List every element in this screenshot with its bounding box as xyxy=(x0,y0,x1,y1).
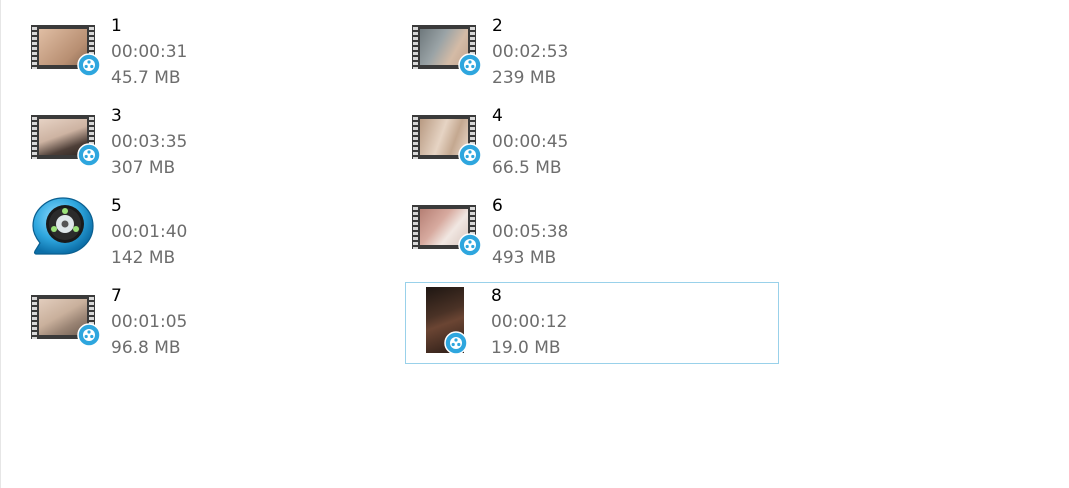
file-name: 6 xyxy=(492,196,503,216)
file-item[interactable]: 5 00:01:40 142 MB xyxy=(24,192,398,274)
video-thumbnail xyxy=(31,13,101,79)
video-player-badge-icon xyxy=(77,53,101,77)
file-item[interactable]: 6 00:05:38 493 MB xyxy=(405,192,779,274)
file-name: 4 xyxy=(492,106,503,126)
file-size: 142 MB xyxy=(111,248,176,268)
video-thumbnail xyxy=(412,13,482,79)
file-duration: 00:00:45 xyxy=(492,132,569,152)
video-thumbnail xyxy=(31,103,101,169)
file-size: 96.8 MB xyxy=(111,338,181,358)
file-name: 5 xyxy=(111,196,122,216)
file-name: 8 xyxy=(491,286,502,306)
file-size: 307 MB xyxy=(111,158,176,178)
file-name: 3 xyxy=(111,106,122,126)
file-list: 1 00:00:31 45.7 MB 2 00:02:53 239 MB 3 0… xyxy=(0,0,1069,488)
file-name: 2 xyxy=(492,16,503,36)
video-thumbnail xyxy=(412,193,482,259)
file-name: 7 xyxy=(111,286,122,306)
video-thumbnail-portrait xyxy=(426,287,468,355)
file-duration: 00:02:53 xyxy=(492,42,569,62)
video-player-badge-icon xyxy=(458,143,482,167)
file-duration: 00:00:12 xyxy=(491,312,568,332)
file-duration: 00:01:40 xyxy=(111,222,188,242)
video-thumbnail xyxy=(412,103,482,169)
file-size: 239 MB xyxy=(492,68,557,88)
video-player-badge-icon xyxy=(458,53,482,77)
file-size: 66.5 MB xyxy=(492,158,562,178)
file-item[interactable]: 7 00:01:05 96.8 MB xyxy=(24,282,398,364)
file-size: 19.0 MB xyxy=(491,338,561,358)
file-size: 45.7 MB xyxy=(111,68,181,88)
file-item[interactable]: 3 00:03:35 307 MB xyxy=(24,102,398,184)
file-item[interactable]: 4 00:00:45 66.5 MB xyxy=(405,102,779,184)
video-player-badge-icon xyxy=(444,331,468,355)
video-thumbnail xyxy=(31,283,101,349)
file-duration: 00:00:31 xyxy=(111,42,188,62)
file-name: 1 xyxy=(111,16,122,36)
file-item[interactable]: 1 00:00:31 45.7 MB xyxy=(24,12,398,94)
file-duration: 00:05:38 xyxy=(492,222,569,242)
file-duration: 00:01:05 xyxy=(111,312,188,332)
file-item[interactable]: 2 00:02:53 239 MB xyxy=(405,12,779,94)
file-size: 493 MB xyxy=(492,248,557,268)
player-app-icon xyxy=(32,197,94,255)
file-item-selected[interactable]: 8 00:00:12 19.0 MB xyxy=(405,282,779,364)
video-player-badge-icon xyxy=(77,323,101,347)
video-player-badge-icon xyxy=(458,233,482,257)
video-player-badge-icon xyxy=(77,143,101,167)
file-duration: 00:03:35 xyxy=(111,132,188,152)
